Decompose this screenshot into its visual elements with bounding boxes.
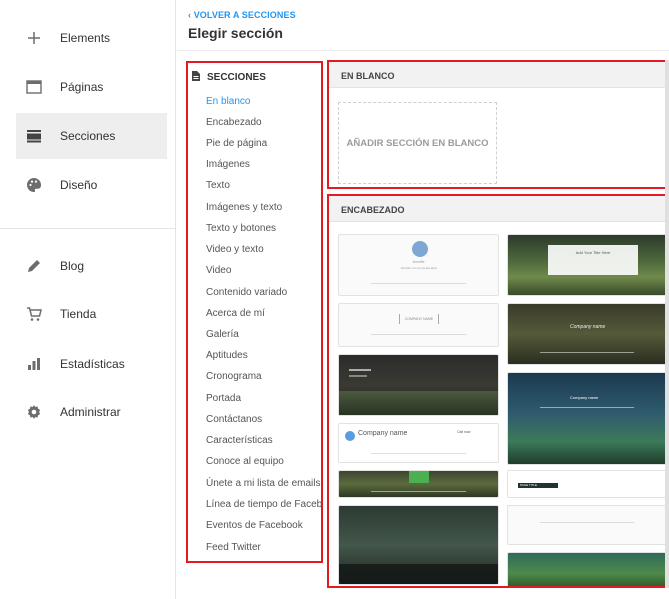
nav-divider — [0, 228, 176, 229]
thumb-footer-bar — [339, 564, 498, 584]
blank-section-heading: EN BLANCO — [329, 62, 665, 88]
header-section-heading: ENCABEZADO — [329, 196, 665, 222]
palette-icon — [24, 175, 44, 195]
section-item-video-y-texto[interactable]: Video y texto — [206, 244, 264, 255]
header-template-thumb[interactable] — [507, 552, 665, 586]
document-icon — [191, 70, 201, 85]
header-template-thumb[interactable]: PAGE TITLE — [507, 470, 665, 498]
thumb-title: Add Your Title Here — [575, 250, 611, 255]
header-template-thumb[interactable] — [338, 505, 499, 585]
section-item-en-blanco[interactable]: En blanco — [206, 96, 250, 107]
nav-item-elements[interactable]: Elements — [16, 15, 167, 61]
bar-chart-icon — [24, 354, 44, 374]
thumb-phone: Call now — [457, 430, 471, 434]
avatar — [412, 241, 428, 257]
header-template-thumb[interactable]: Company name Call now — [338, 423, 499, 463]
back-link-label: VOLVER A SECCIONES — [193, 10, 296, 20]
header-template-thumb[interactable]: Add Your Title Here — [507, 234, 665, 296]
sections-icon — [24, 126, 44, 146]
section-item-imagenes[interactable]: Imágenes — [206, 159, 250, 170]
header-template-thumb[interactable]: COMPANY NAME — [338, 303, 499, 347]
thumb-page-title: PAGE TITLE — [518, 483, 558, 488]
section-item-unete-lista-emails[interactable]: Únete a mi lista de emails — [206, 478, 321, 489]
sections-heading: SECCIONES — [191, 70, 266, 85]
nav-item-blog[interactable]: Blog — [16, 243, 167, 289]
nav-label-administrar: Administrar — [60, 405, 121, 419]
section-item-pie-de-pagina[interactable]: Pie de página — [206, 138, 267, 149]
section-item-aptitudes[interactable]: Aptitudes — [206, 350, 248, 361]
section-item-encabezado[interactable]: Encabezado — [206, 117, 262, 128]
thumb-nav — [539, 407, 635, 408]
thumb-image — [339, 391, 498, 415]
header-template-thumb[interactable]: Company name — [507, 372, 665, 465]
header-template-thumb[interactable] — [507, 505, 665, 545]
back-link[interactable]: ‹ VOLVER A SECCIONES — [188, 10, 296, 20]
thumb-nav — [539, 522, 635, 523]
nav-item-diseno[interactable]: Diseño — [16, 162, 167, 208]
section-item-contactanos[interactable]: Contáctanos — [206, 414, 262, 425]
header-section-group: ENCABEZADO Jennifer Jennifer con mi prop… — [327, 194, 667, 588]
nav-item-secciones[interactable]: Secciones — [16, 113, 167, 159]
header-template-thumb[interactable]: Jennifer Jennifer con mi propia idea — [338, 234, 499, 296]
gear-icon — [24, 402, 44, 422]
section-item-portada[interactable]: Portada — [206, 393, 241, 404]
thumb-company: Company name — [570, 395, 599, 400]
left-nav: Elements Páginas Secciones Diseño Blog T… — [0, 0, 176, 599]
nav-label-elements: Elements — [60, 31, 111, 45]
header-template-thumb[interactable]: Company name — [507, 303, 665, 365]
thumb-subtitle: Jennifer con mi propia idea — [400, 266, 437, 270]
cart-icon — [24, 304, 44, 324]
nav-label-diseno: Diseño — [60, 178, 98, 192]
section-item-acerca-de-mi[interactable]: Acerca de mí — [206, 308, 265, 319]
section-item-feed-twitter[interactable]: Feed Twitter — [206, 542, 261, 553]
section-item-texto[interactable]: Texto — [206, 180, 230, 191]
section-item-galeria[interactable]: Galería — [206, 329, 239, 340]
nav-item-estadisticas[interactable]: Estadísticas — [16, 341, 167, 387]
plus-icon — [24, 28, 44, 48]
add-blank-section-button[interactable]: AÑADIR SECCIÓN EN BLANCO — [338, 102, 497, 184]
sections-list: SECCIONES En blanco Encabezado Pie de pá… — [186, 61, 323, 563]
sections-heading-label: SECCIONES — [207, 72, 266, 83]
thumb-green-block — [409, 471, 429, 483]
section-item-imagenes-y-texto[interactable]: Imágenes y texto — [206, 202, 282, 213]
section-item-caracteristicas[interactable]: Características — [206, 435, 273, 446]
section-item-eventos-facebook[interactable]: Eventos de Facebook — [206, 520, 303, 531]
pencil-icon — [24, 256, 44, 276]
section-item-cronograma[interactable]: Cronograma — [206, 371, 262, 382]
nav-label-paginas: Páginas — [60, 80, 104, 94]
thumb-nav — [370, 334, 467, 335]
blank-section-group: EN BLANCO AÑADIR SECCIÓN EN BLANCO — [327, 60, 667, 189]
header-template-thumb[interactable] — [338, 470, 499, 498]
thumb-logo: COMPANY NAME — [399, 314, 439, 324]
thumb-company: Company name — [570, 324, 606, 330]
browser-window-icon — [24, 77, 44, 97]
nav-item-paginas[interactable]: Páginas — [16, 64, 167, 110]
thumb-nav — [539, 352, 635, 353]
thumb-nav — [370, 491, 467, 492]
section-item-contenido-variado[interactable]: Contenido variado — [206, 287, 287, 298]
header-divider — [177, 50, 669, 51]
thumb-company: Company name — [358, 430, 408, 437]
nav-item-administrar[interactable]: Administrar — [16, 389, 167, 435]
section-item-conoce-al-equipo[interactable]: Conoce al equipo — [206, 456, 284, 467]
thumb-menu-line — [349, 369, 371, 371]
nav-label-secciones: Secciones — [60, 129, 116, 143]
nav-label-estadisticas: Estadísticas — [60, 357, 125, 371]
thumb-menu-line — [349, 375, 367, 377]
logo-icon — [345, 431, 355, 441]
thumb-nav — [370, 453, 467, 454]
thumb-name: Jennifer — [412, 260, 425, 264]
thumb-nav — [370, 283, 467, 284]
section-item-texto-y-botones[interactable]: Texto y botones — [206, 223, 276, 234]
section-item-linea-tiempo-facebook[interactable]: Línea de tiempo de Facebook — [206, 499, 321, 510]
section-item-video[interactable]: Video — [206, 265, 231, 276]
header-template-thumb[interactable] — [338, 354, 499, 416]
nav-label-blog: Blog — [60, 259, 85, 273]
nav-item-tienda[interactable]: Tienda — [16, 291, 167, 337]
scrollbar[interactable] — [665, 60, 669, 588]
page-title: Elegir sección — [188, 25, 283, 41]
nav-label-tienda: Tienda — [60, 307, 97, 321]
